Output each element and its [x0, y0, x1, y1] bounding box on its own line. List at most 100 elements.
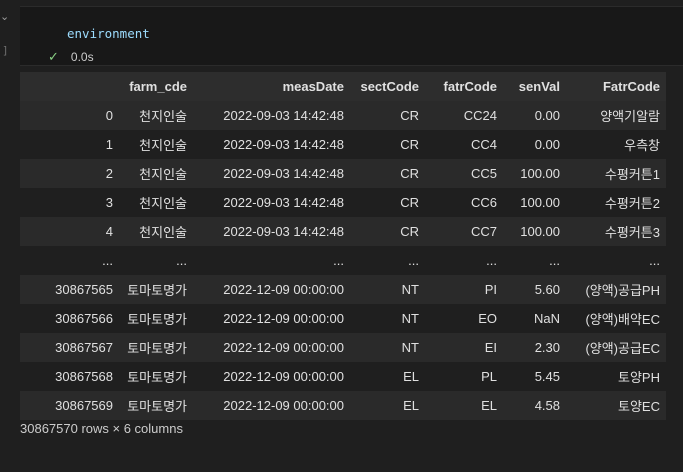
table-cell: 천지인술 [139, 138, 187, 153]
row-index: 3 [105, 195, 113, 210]
table-row: 30867568 토마토명가 2022-12-09 00:00:00 EL PL 5.45… [20, 362, 666, 391]
row-index: ... [102, 253, 113, 268]
col-header-senval: senVal [518, 79, 560, 94]
table-cell: 2022-12-09 00:00:00 [223, 311, 344, 326]
table-cell: CC24 [463, 108, 497, 123]
table-row: 4 천지인술 2022-09-03 14:42:48 CR CC7 100.00 수평커튼3 [20, 217, 666, 246]
table-cell: 토양EC [618, 399, 660, 414]
table-cell: NT [401, 340, 419, 355]
execution-time: 0.0s [70, 50, 94, 64]
table-row: 30867566 토마토명가 2022-12-09 00:00:00 NT EO NaN (… [20, 304, 666, 333]
table-cell: 토마토명가 [127, 283, 187, 298]
row-index: 1 [105, 137, 113, 152]
col-header-farm-cde: farm_cde [129, 79, 187, 94]
table-cell: 100.00 [520, 195, 560, 210]
table-cell: 2.30 [534, 340, 560, 355]
table-cell: 천지인술 [139, 196, 187, 211]
table-cell: 5.45 [534, 369, 560, 384]
table-row: 1 천지인술 2022-09-03 14:42:48 CR CC4 0.00 우측창 [20, 130, 666, 159]
table-cell: 수평커튼1 [604, 167, 660, 182]
row-index: 2 [105, 166, 113, 181]
table-cell: 2022-12-09 00:00:00 [223, 340, 344, 355]
table-cell: 천지인술 [139, 225, 187, 240]
col-header-fatrcode-name: FatrCode [602, 79, 660, 94]
table-cell: 4.58 [534, 398, 560, 413]
table-cell: CR [400, 224, 419, 239]
table-cell: ... [486, 253, 497, 268]
header-row: farm_cde measDate sectCode fatrCode senV… [20, 72, 666, 101]
col-header-measdate: measDate [282, 79, 344, 94]
table-cell: (양액)공급PH [585, 283, 660, 298]
table-cell: CR [400, 195, 419, 210]
chevron-down-icon[interactable]: ⌄ [0, 10, 9, 23]
cell-marker: ] [2, 44, 9, 57]
table-cell: 100.00 [520, 224, 560, 239]
table-row: ..................... [20, 246, 666, 275]
table-cell: EL [481, 398, 497, 413]
table-cell: PL [481, 369, 497, 384]
table-cell: ... [333, 253, 344, 268]
table-cell: ... [408, 253, 419, 268]
table-cell: 2022-09-03 14:42:48 [223, 137, 344, 152]
table-cell: EL [403, 369, 419, 384]
row-index: 30867567 [55, 340, 113, 355]
table-cell: 토마토명가 [127, 399, 187, 414]
table-cell: (양액)공급EC [585, 341, 660, 356]
code-line[interactable]: environment [67, 26, 150, 41]
code-cell[interactable]: environment ✓ 0.0s [20, 6, 683, 66]
table-row: 30867569 토마토명가 2022-12-09 00:00:00 EL EL 4.58… [20, 391, 666, 420]
table-row: 30867567 토마토명가 2022-12-09 00:00:00 NT EI 2.30… [20, 333, 666, 362]
table-cell: EL [403, 398, 419, 413]
table-row: 0 천지인술 2022-09-03 14:42:48 CR CC24 0.00 양액기알람 [20, 101, 666, 130]
table-cell: 천지인술 [139, 167, 187, 182]
table-row: 30867565 토마토명가 2022-12-09 00:00:00 NT PI 5.60… [20, 275, 666, 304]
row-index: 0 [105, 108, 113, 123]
table-cell: 2022-12-09 00:00:00 [223, 398, 344, 413]
table-cell: CR [400, 137, 419, 152]
table-cell: 양액기알람 [600, 109, 660, 124]
table-cell: CC4 [470, 137, 497, 152]
row-index: 4 [105, 224, 113, 239]
table-cell: (양액)배약EC [585, 312, 660, 327]
table-cell: 천지인술 [139, 109, 187, 124]
table-cell: CC7 [470, 224, 497, 239]
table-cell: 토양PH [618, 370, 660, 385]
table-cell: EI [484, 340, 497, 355]
table-cell: ... [649, 253, 660, 268]
check-icon: ✓ [48, 49, 59, 64]
table-cell: EO [478, 311, 497, 326]
table-cell: 2022-09-03 14:42:48 [223, 195, 344, 210]
table-cell: 100.00 [520, 166, 560, 181]
table-cell: 0.00 [534, 137, 560, 152]
row-index: 30867566 [55, 311, 113, 326]
col-header-fatrcode: fatrCode [443, 79, 497, 94]
table-cell: CR [400, 108, 419, 123]
index-header [20, 72, 119, 101]
table-cell: NaN [533, 311, 560, 326]
table-cell: ... [549, 253, 560, 268]
table-cell: NT [401, 282, 419, 297]
table-cell: 수평커튼3 [604, 225, 660, 240]
table-cell: ... [176, 253, 187, 268]
table-cell: 2022-09-03 14:42:48 [223, 166, 344, 181]
table-cell: 우측창 [624, 138, 660, 153]
table-cell: 2022-09-03 14:42:48 [223, 224, 344, 239]
table-cell: CC6 [470, 195, 497, 210]
table-cell: CC5 [470, 166, 497, 181]
execution-status: ✓ 0.0s [48, 49, 94, 65]
table-cell: CR [400, 166, 419, 181]
table-cell: NT [401, 311, 419, 326]
table-cell: 토마토명가 [127, 370, 187, 385]
row-index: 30867569 [55, 398, 113, 413]
table-cell: 수평커튼2 [604, 196, 660, 211]
table-cell: 토마토명가 [127, 341, 187, 356]
row-index: 30867565 [55, 282, 113, 297]
table-row: 2 천지인술 2022-09-03 14:42:48 CR CC5 100.00 수평커튼1 [20, 159, 666, 188]
table-cell: 2022-12-09 00:00:00 [223, 369, 344, 384]
table-shape-summary: 30867570 rows × 6 columns [20, 421, 183, 436]
dataframe-table: farm_cde measDate sectCode fatrCode senV… [20, 72, 666, 420]
table-cell: 2022-09-03 14:42:48 [223, 108, 344, 123]
table-cell: 2022-12-09 00:00:00 [223, 282, 344, 297]
col-header-sectcode: sectCode [360, 79, 419, 94]
table-cell: PI [484, 282, 497, 297]
